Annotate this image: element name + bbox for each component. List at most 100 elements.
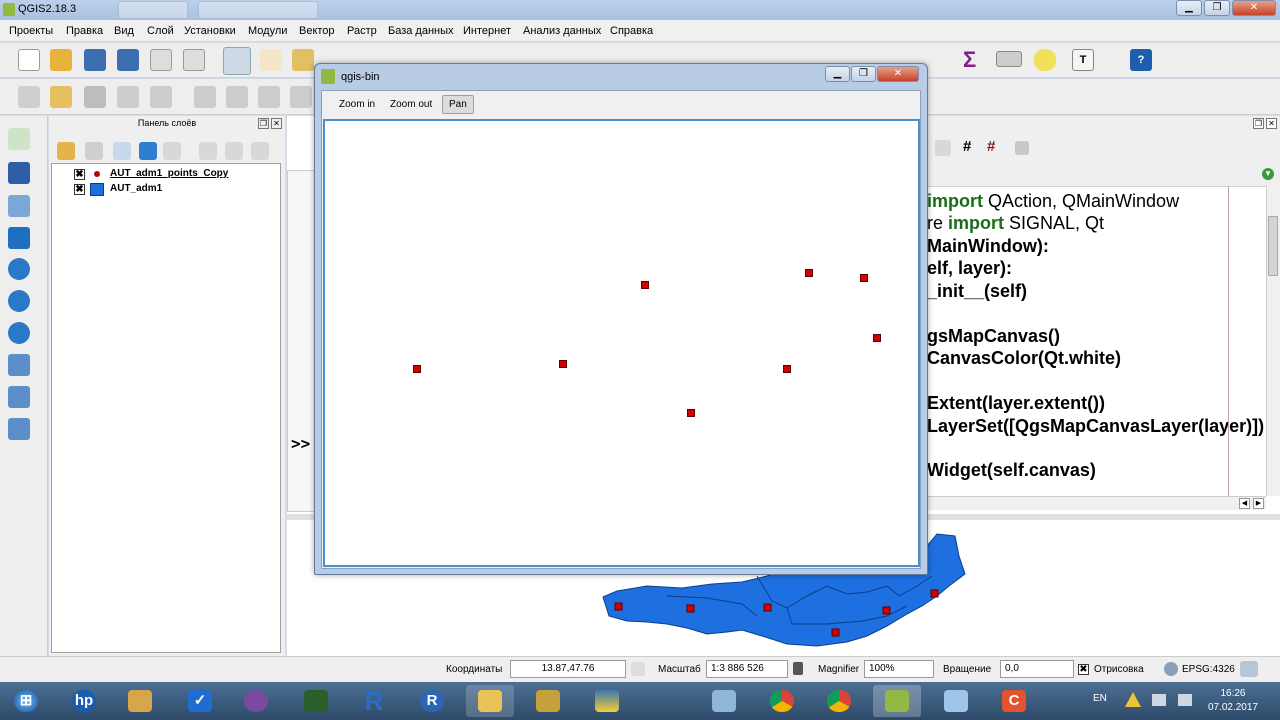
pan-map-icon[interactable]: [223, 47, 251, 75]
dialog-map-canvas[interactable]: [323, 119, 920, 567]
statistics-sigma-icon[interactable]: Σ: [963, 49, 985, 71]
taskbar-c-app-icon[interactable]: C: [990, 685, 1038, 717]
taskbar-chrome2-icon[interactable]: [815, 685, 863, 717]
editor-vertical-scrollbar[interactable]: [1266, 186, 1280, 496]
panel-close-button[interactable]: ✕: [1266, 118, 1277, 129]
collapse-all-icon[interactable]: [225, 142, 243, 160]
maximize-button[interactable]: ❐: [1204, 0, 1230, 16]
expand-all-icon[interactable]: [199, 142, 217, 160]
language-indicator[interactable]: EN: [1093, 693, 1107, 704]
new-project-icon[interactable]: [18, 49, 40, 71]
dialog-maximize-button[interactable]: ❐: [851, 66, 876, 82]
taskbar-mail-icon[interactable]: ✓: [176, 685, 224, 717]
add-wcs-layer-icon[interactable]: [8, 290, 30, 312]
start-button[interactable]: ⊞: [2, 685, 50, 717]
add-mssql-layer-icon[interactable]: [8, 418, 30, 440]
run-script-icon[interactable]: [935, 140, 951, 156]
menu-raster[interactable]: Растр: [347, 25, 377, 37]
save-project-icon[interactable]: [84, 49, 106, 71]
add-delimited-text-icon[interactable]: [8, 354, 30, 376]
toggle-editing-icon[interactable]: [50, 86, 72, 108]
taskbar-ghost-icon[interactable]: [700, 685, 748, 717]
edit-pencil-icon[interactable]: [18, 86, 40, 108]
crs-label[interactable]: EPSG:4326: [1182, 664, 1235, 675]
open-project-icon[interactable]: [50, 49, 72, 71]
dialog-minimize-button[interactable]: ▁: [825, 66, 850, 82]
crs-globe-icon[interactable]: [1164, 662, 1178, 676]
taskbar-window-icon[interactable]: [932, 685, 980, 717]
visibility-icon[interactable]: [113, 142, 131, 160]
taskbar-package-icon[interactable]: [524, 685, 572, 717]
clock[interactable]: 16:26 07.02.2017: [1208, 687, 1258, 715]
volume-icon[interactable]: [1178, 694, 1192, 706]
magnifier-field[interactable]: 100%: [864, 660, 934, 678]
help-icon[interactable]: ?: [1130, 49, 1152, 71]
warning-icon[interactable]: [1125, 692, 1141, 707]
dialog-close-button[interactable]: ✕: [877, 66, 919, 82]
hand-pan-icon[interactable]: [260, 49, 282, 71]
menu-plugins[interactable]: Модули: [248, 25, 287, 37]
annotation-icon[interactable]: [1034, 49, 1056, 71]
coords-field[interactable]: 13.87,47.76: [510, 660, 626, 678]
menu-view[interactable]: Вид: [114, 25, 134, 37]
comment-icon[interactable]: #: [963, 138, 971, 155]
layer-visibility-checkbox[interactable]: ✖: [74, 184, 85, 195]
editor-horizontal-scrollbar[interactable]: ◀ ▶: [927, 496, 1266, 510]
filter-expression-icon[interactable]: [163, 142, 181, 160]
taskbar-python-icon[interactable]: [583, 685, 631, 717]
taskbar-r-icon[interactable]: R: [350, 685, 398, 717]
node-tool-icon[interactable]: [150, 86, 172, 108]
taskbar-chrome-icon[interactable]: [758, 685, 806, 717]
rotation-field[interactable]: 0,0: [1000, 660, 1074, 678]
save-edits-icon[interactable]: [84, 86, 106, 108]
toggle-extents-icon[interactable]: [631, 662, 645, 676]
add-virtual-layer-icon[interactable]: [8, 386, 30, 408]
menu-settings[interactable]: Установки: [184, 25, 236, 37]
scroll-thumb[interactable]: [1268, 216, 1278, 276]
options-dropdown-icon[interactable]: ▼: [1262, 168, 1274, 180]
taskbar-chart-icon[interactable]: [232, 685, 280, 717]
scroll-left-icon[interactable]: ◀: [1239, 498, 1250, 509]
taskbar-explorer-icon[interactable]: [466, 685, 514, 717]
menu-help[interactable]: Справка: [610, 25, 653, 37]
taskbar-hp-icon[interactable]: hp: [60, 685, 108, 717]
composer-manager-icon[interactable]: [183, 49, 205, 71]
panel-close-button[interactable]: ✕: [271, 118, 282, 129]
zoom-in-button[interactable]: Zoom in: [332, 95, 382, 114]
menu-vector[interactable]: Вектор: [299, 25, 335, 37]
delete-selected-icon[interactable]: [226, 86, 248, 108]
measure-icon[interactable]: [996, 51, 1022, 67]
add-wms-layer-icon[interactable]: [8, 258, 30, 280]
taskbar-r-gui-icon[interactable]: R: [408, 685, 456, 717]
python-editor[interactable]: import QAction, QMainWindow re import SI…: [927, 186, 1267, 496]
menu-projects[interactable]: Проекты: [9, 25, 53, 37]
cut-features-icon[interactable]: [290, 86, 312, 108]
menu-analysis[interactable]: Анализ данных: [523, 25, 601, 37]
print-composer-icon[interactable]: [150, 49, 172, 71]
trash-icon[interactable]: [258, 86, 280, 108]
uncomment-icon[interactable]: #: [987, 138, 995, 155]
pan-to-selection-icon[interactable]: [292, 49, 314, 71]
text-annotation-icon[interactable]: T: [1072, 49, 1094, 71]
lock-icon[interactable]: [793, 662, 803, 675]
style-manager-icon[interactable]: [57, 142, 75, 160]
scroll-right-icon[interactable]: ▶: [1253, 498, 1264, 509]
panel-float-button[interactable]: ❐: [258, 118, 269, 129]
zoom-out-button[interactable]: Zoom out: [383, 95, 439, 114]
object-inspector-icon[interactable]: [1015, 141, 1029, 155]
menu-web[interactable]: Интернет: [463, 25, 511, 37]
filter-icon[interactable]: [139, 142, 157, 160]
pan-button[interactable]: Pan: [442, 95, 474, 114]
taskbar-paint-icon[interactable]: [116, 685, 164, 717]
scale-field[interactable]: 1:3 886 526: [706, 660, 788, 678]
add-wfs-layer-icon[interactable]: [8, 322, 30, 344]
add-group-icon[interactable]: [85, 142, 103, 160]
taskbar-qgis-icon[interactable]: [873, 685, 921, 717]
add-spatialite-layer-icon[interactable]: [8, 227, 30, 249]
remove-layer-icon[interactable]: [251, 142, 269, 160]
menu-database[interactable]: База данных: [388, 25, 454, 37]
network-icon[interactable]: [1152, 694, 1166, 706]
move-feature-icon[interactable]: [194, 86, 216, 108]
menu-layer[interactable]: Слой: [147, 25, 174, 37]
menu-edit[interactable]: Правка: [66, 25, 103, 37]
